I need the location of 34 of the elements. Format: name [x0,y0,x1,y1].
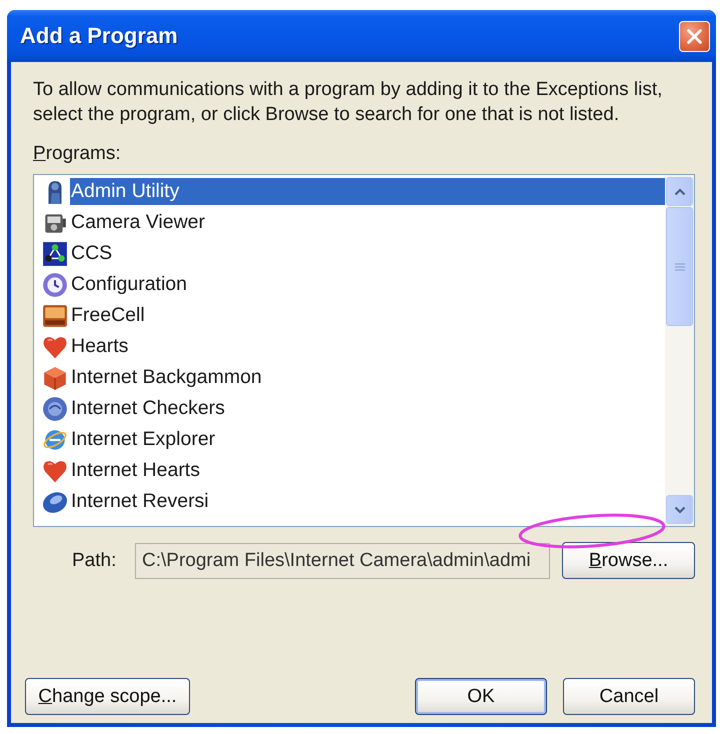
change-scope-button[interactable]: Change scope... [25,678,190,715]
program-item[interactable]: FreeCell [70,302,665,329]
cube-icon [42,364,68,390]
window-title: Add a Program [20,23,178,49]
close-icon [687,28,702,44]
chevron-down-icon [674,506,686,514]
scroll-up-button[interactable] [666,177,693,206]
program-item[interactable]: Camera Viewer [70,209,665,236]
chevron-up-icon [674,188,686,196]
program-item[interactable]: CCS [70,240,665,267]
card-stack-icon [42,302,68,328]
program-item[interactable]: Internet Backgammon [70,364,665,391]
scroll-down-button[interactable] [666,495,693,524]
scrollbar-thumb[interactable] [666,207,693,326]
program-item[interactable]: Hearts [70,333,665,360]
program-item[interactable]: Internet Checkers [70,395,665,422]
program-item[interactable]: Internet Reversi [70,488,665,515]
scrollbar-track[interactable] [665,175,694,526]
path-field[interactable]: C:\Program Files\Internet Camera\admin\admi [135,542,550,578]
program-item[interactable]: Admin Utility [70,178,665,205]
network-icon [42,240,68,266]
path-label: Path: [72,550,118,572]
clock-icon [42,272,68,298]
program-item[interactable]: Internet Hearts [70,457,665,484]
grip-icon [674,262,684,270]
program-item[interactable]: Internet Explorer [70,426,665,453]
programs-label: Programs: [33,143,121,165]
close-button[interactable] [679,20,710,52]
browse-button[interactable]: Browse... [562,542,695,579]
disc-icon [42,396,68,422]
ok-button[interactable]: OK [415,678,547,715]
description-text: To allow communications with a program by adding it to the Exceptions list, select the program, or click Browse to search for one that is not listed. [33,78,664,127]
program-item[interactable]: Configuration [70,271,665,298]
cancel-button[interactable]: Cancel [563,678,695,715]
